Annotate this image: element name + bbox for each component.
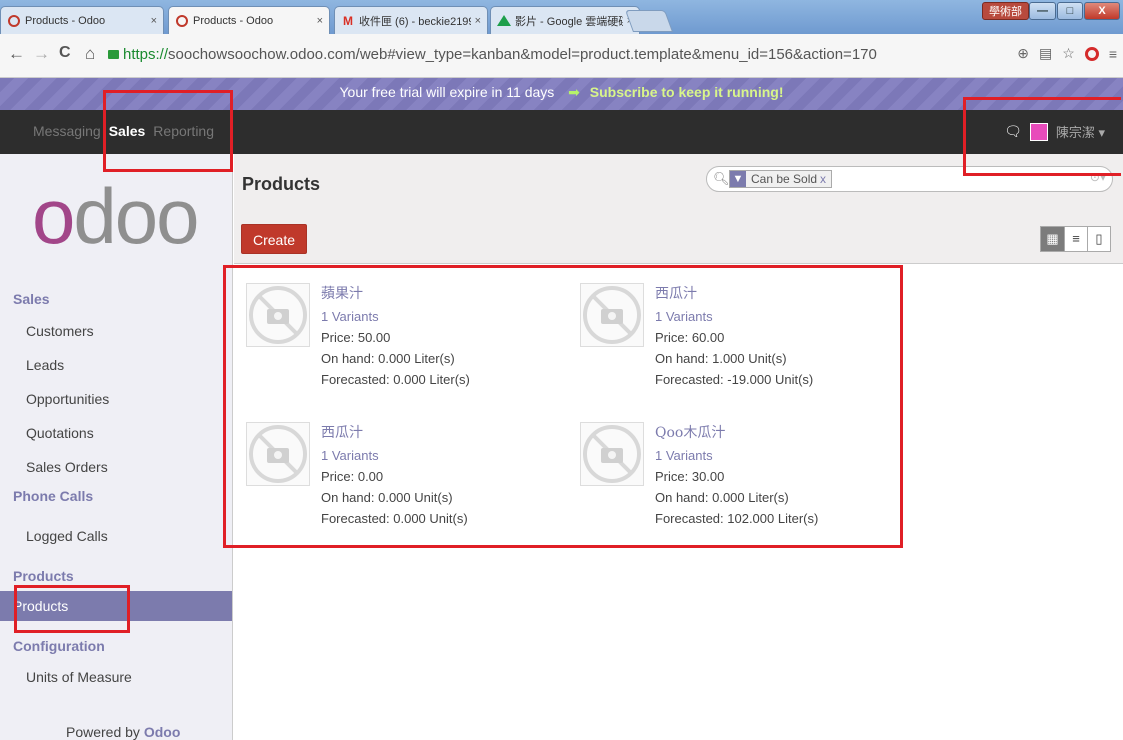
sidebar-section-products: Products xyxy=(13,568,74,584)
url-text: soochowsoochow.odoo.com/web#view_type=ka… xyxy=(168,46,877,63)
tab-label: Products - Odoo xyxy=(25,14,106,27)
annotation-box-products-item xyxy=(14,585,130,633)
create-button[interactable]: Create xyxy=(241,224,307,254)
powered-by: Powered by Odoo xyxy=(66,724,180,740)
reload-icon[interactable]: C xyxy=(59,44,71,62)
sidebar: odoo Sales Customers Leads Opportunities… xyxy=(0,154,233,740)
menu-item-messaging[interactable]: Messaging xyxy=(33,123,101,139)
minimize-button[interactable]: — xyxy=(1029,2,1056,20)
address-bar-icons: ⊕ ▤ ☆ ≡ xyxy=(1017,45,1117,62)
facet-remove-icon[interactable]: x xyxy=(820,172,826,186)
translate-icon[interactable]: ▤ xyxy=(1039,45,1052,62)
subscribe-link[interactable]: Subscribe to keep it running! xyxy=(590,84,784,100)
sidebar-section-phone-calls: Phone Calls xyxy=(13,488,94,504)
menu-icon[interactable]: ≡ xyxy=(1109,46,1117,62)
annotation-box-product-cards xyxy=(223,265,903,548)
sidebar-item-sales-orders[interactable]: Sales Orders xyxy=(0,452,232,482)
tab-label: 收件匣 (6) - beckie21992 xyxy=(359,15,471,28)
powered-by-text: Powered by xyxy=(66,724,140,740)
logo-letter: o xyxy=(32,172,75,260)
zoom-icon[interactable]: ⊕ xyxy=(1017,45,1029,62)
close-window-button[interactable]: X xyxy=(1084,2,1120,20)
sidebar-item-logged-calls[interactable]: Logged Calls xyxy=(0,521,232,551)
facet-label: Can be Sold xyxy=(751,172,818,186)
logo-text: doo xyxy=(73,172,199,260)
gmail-icon: M xyxy=(343,13,353,28)
google-drive-icon xyxy=(497,14,511,28)
search-icon: 🔍︎ xyxy=(713,171,730,186)
page-title: Products xyxy=(242,174,321,194)
sidebar-section-configuration: Configuration xyxy=(13,638,105,654)
form-view-icon[interactable]: ▯ xyxy=(1087,227,1110,251)
star-icon[interactable]: ☆ xyxy=(1062,45,1075,62)
annotation-box-user-menu xyxy=(963,97,1121,176)
sidebar-item-customers[interactable]: Customers xyxy=(0,316,232,346)
sidebar-item-quotations[interactable]: Quotations xyxy=(0,418,232,448)
powered-by-brand[interactable]: Odoo xyxy=(144,724,181,740)
tab-close-icon[interactable]: × xyxy=(317,15,323,27)
odoo-icon xyxy=(7,14,21,28)
home-icon[interactable]: ⌂ xyxy=(85,44,95,64)
search-facet: ▼ Can be Sold x xyxy=(729,170,833,188)
sidebar-item-units-of-measure[interactable]: Units of Measure xyxy=(0,662,232,692)
tab-close-icon[interactable]: × xyxy=(151,15,157,27)
annotation-box-sales-menu xyxy=(103,90,233,172)
browser-tab-bar: Products - Odoo × Products - Odoo × M 收件… xyxy=(0,0,1123,35)
view-switcher: ▦ ≡ ▯ xyxy=(1040,226,1111,252)
sidebar-item-opportunities[interactable]: Opportunities xyxy=(0,384,232,414)
browser-tab[interactable]: Products - Odoo × xyxy=(0,6,164,34)
browser-tab-active[interactable]: Products - Odoo × xyxy=(168,6,330,35)
back-icon[interactable]: ← xyxy=(8,44,25,64)
browser-tab[interactable]: 影片 - Google 雲端硬碟 × xyxy=(490,6,640,34)
browser-tab[interactable]: M 收件匣 (6) - beckie21992 × xyxy=(334,6,488,34)
maximize-button[interactable]: □ xyxy=(1057,2,1083,20)
kanban-view-icon[interactable]: ▦ xyxy=(1041,227,1064,251)
sidebar-section-sales: Sales xyxy=(13,291,50,307)
opera-icon[interactable] xyxy=(1084,46,1099,61)
odoo-logo[interactable]: odoo xyxy=(32,176,200,256)
sidebar-item-leads[interactable]: Leads xyxy=(0,350,232,380)
tab-close-icon[interactable]: × xyxy=(475,15,481,27)
tab-label: 影片 - Google 雲端硬碟 xyxy=(515,15,623,28)
list-view-icon[interactable]: ≡ xyxy=(1064,227,1087,251)
lock-icon xyxy=(108,50,119,59)
tab-label: Products - Odoo xyxy=(193,15,274,27)
address-bar: ← → C ⌂ https://soochowsoochow.odoo.com/… xyxy=(0,34,1123,78)
filter-icon: ▼ xyxy=(730,171,746,187)
trial-message: Your free trial will expire in 11 days xyxy=(339,84,555,100)
arrow-right-icon: ➡ xyxy=(568,84,580,100)
odoo-icon xyxy=(175,14,189,28)
url-field[interactable]: https://soochowsoochow.odoo.com/web#view… xyxy=(108,46,877,63)
window-user-badge: 學術部 xyxy=(982,2,1029,20)
new-tab-button[interactable] xyxy=(624,10,674,32)
url-scheme: https:// xyxy=(123,46,169,63)
forward-icon[interactable]: → xyxy=(33,44,50,64)
